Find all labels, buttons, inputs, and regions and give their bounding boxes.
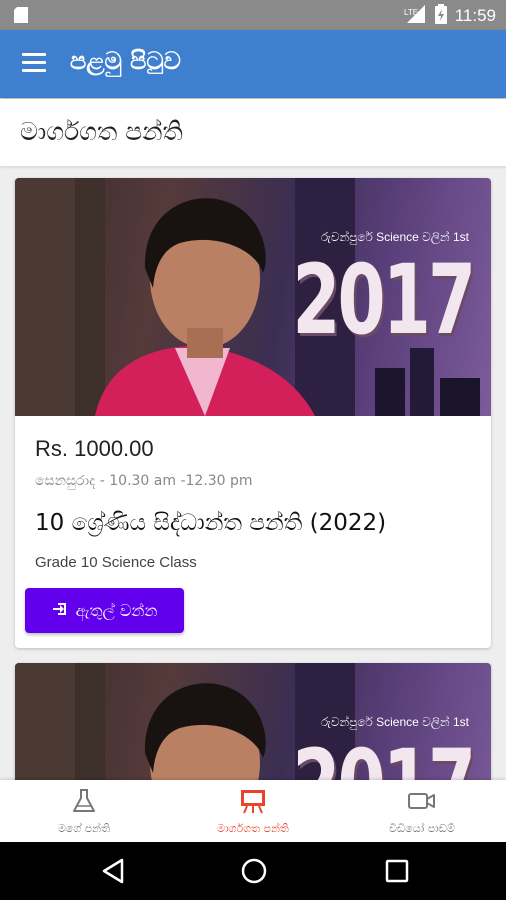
back-icon[interactable] <box>100 857 126 889</box>
status-bar: LTE 11:59 <box>0 0 506 30</box>
easel-icon <box>169 788 337 818</box>
class-card[interactable]: රුවන්පුරේ Science වලින් 1st 2017 <box>15 663 491 793</box>
class-banner-image: රුවන්පුරේ Science වලින් 1st 2017 <box>15 178 491 416</box>
section-title: මාර්ගගත පන්ති <box>20 117 183 146</box>
class-card[interactable]: රුවන්පුරේ Science වලින් 1st 2017 Rs. 100… <box>15 178 491 648</box>
recents-icon[interactable] <box>384 857 410 889</box>
class-subtitle: Grade 10 Science Class <box>35 554 197 571</box>
app-title: පළමු පිටුව <box>70 47 181 75</box>
hamburger-menu-icon[interactable] <box>16 48 52 80</box>
nav-label: මගේ පන්ති <box>57 822 111 835</box>
section-header: මාර්ගගත පන්ති <box>0 99 506 166</box>
lte-signal-icon: LTE <box>403 4 427 28</box>
class-title: 10 ශ්‍රේණිය සිද්ධාන්ත පන්ති (2022) <box>35 510 387 536</box>
bottom-navigation: මගේ පන්ති මාර්ගගත පන්ති වීඩියෝ පාඩම් <box>0 780 506 842</box>
banner-year: 2017 <box>292 244 476 356</box>
app-bar: පළමු පිටුව <box>0 30 506 98</box>
class-banner-image: රුවන්පුරේ Science වලින් 1st 2017 <box>15 663 491 793</box>
class-schedule: සෙනසුරාද - 10.30 am -12.30 pm <box>35 473 253 489</box>
login-icon <box>52 601 68 621</box>
nav-label: මාර්ගගත පන්ති <box>217 822 289 835</box>
video-camera-icon <box>338 788 506 818</box>
clock: 11:59 <box>454 6 496 25</box>
svg-text:LTE: LTE <box>404 8 418 17</box>
nav-item-my-classes[interactable]: මගේ පන්ති <box>0 780 168 842</box>
enter-class-button[interactable]: ඇතුල් වන්න <box>25 588 184 633</box>
sd-card-icon <box>14 7 28 27</box>
class-price: Rs. 1000.00 <box>35 436 154 461</box>
nav-item-video-lessons[interactable]: වීඩියෝ පාඩම් <box>338 780 506 842</box>
home-icon[interactable] <box>240 857 268 889</box>
system-navigation-bar <box>0 842 506 900</box>
flask-icon <box>0 788 168 818</box>
battery-icon <box>434 4 447 28</box>
enter-button-label: ඇතුල් වන්න <box>75 600 158 620</box>
status-icons: LTE 11:59 <box>403 4 496 28</box>
nav-label: වීඩියෝ පාඩම් <box>389 822 455 835</box>
banner-caption: රුවන්පුරේ Science වලින් 1st <box>320 715 469 729</box>
nav-item-online-classes[interactable]: මාර්ගගත පන්ති <box>169 780 337 842</box>
banner-caption: රුවන්පුරේ Science වලින් 1st <box>320 230 469 244</box>
